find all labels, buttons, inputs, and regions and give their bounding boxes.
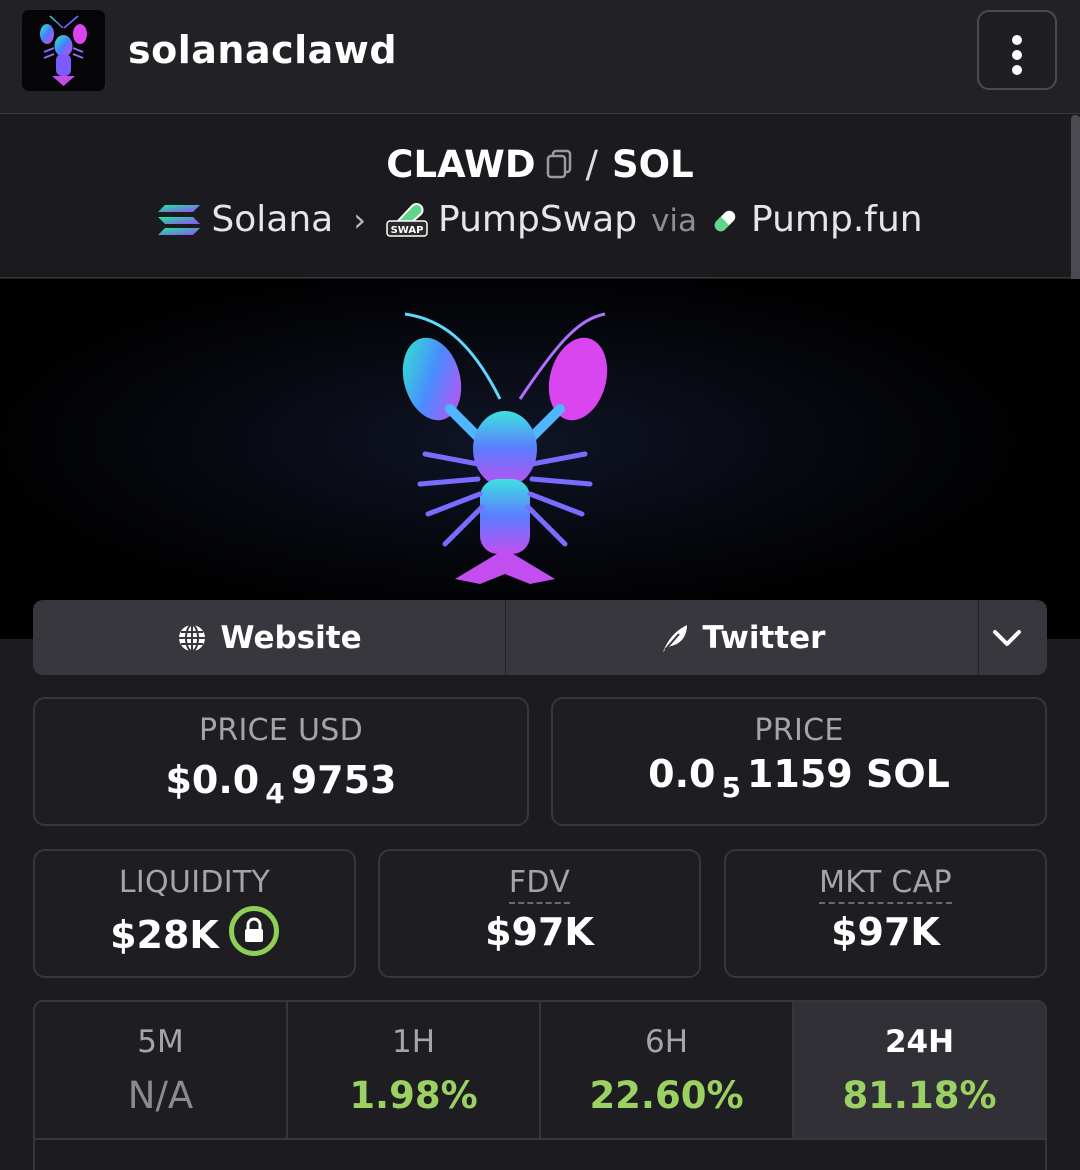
copy-icon[interactable] — [546, 145, 572, 179]
price-native-prefix: 0.0 — [648, 752, 716, 796]
kebab-menu-button[interactable] — [977, 10, 1057, 90]
tab-5m-value: N/A — [127, 1074, 194, 1117]
via-label: via — [651, 203, 698, 239]
liquidity-value: $28K — [110, 913, 219, 957]
price-native-zero-count: 5 — [721, 771, 741, 804]
chain-name-link[interactable]: Solana — [211, 199, 333, 240]
feather-icon — [662, 624, 687, 652]
fdv-value: $97K — [485, 910, 594, 954]
price-usd-zero-count: 4 — [265, 777, 285, 810]
tab-6h-value: 22.60% — [589, 1074, 744, 1117]
tab-1h[interactable]: 1H 1.98% — [288, 1002, 541, 1138]
stats-panel-continuation — [33, 1138, 1047, 1170]
quote-token-symbol: SOL — [612, 143, 694, 186]
pill-icon — [709, 205, 741, 246]
app-title: solanaclawd — [128, 28, 398, 72]
chain-breadcrumb: Solana › SWAP PumpSwap via Pump.fun — [0, 199, 1080, 246]
swap-badge-text: SWAP — [391, 225, 424, 236]
more-links-button[interactable] — [979, 600, 1047, 675]
menu-dot — [1012, 50, 1022, 60]
token-banner-image — [0, 279, 1080, 639]
chevron-right-icon: › — [353, 201, 367, 239]
social-links-bar: Website Twitter — [33, 600, 1047, 675]
market-cap-value: $97K — [831, 910, 940, 954]
pumpswap-logo-icon: SWAP — [386, 203, 428, 246]
menu-dot — [1012, 65, 1022, 75]
market-cap-label: MKT CAP — [819, 865, 952, 904]
tab-6h[interactable]: 6H 22.60% — [541, 1002, 794, 1138]
tab-24h-value: 81.18% — [842, 1074, 997, 1117]
lobster-avatar-icon[interactable] — [22, 10, 105, 91]
dex-name-link[interactable]: PumpSwap — [438, 199, 637, 240]
twitter-button[interactable]: Twitter — [506, 600, 979, 675]
fdv-label: FDV — [508, 865, 571, 904]
tab-1h-value: 1.98% — [349, 1074, 478, 1117]
website-label: Website — [220, 619, 362, 656]
pair-separator: / — [585, 143, 598, 186]
price-native-value: 0.0 5 1159 SOL — [553, 752, 1045, 804]
tab-24h-label: 24H — [884, 1024, 955, 1060]
price-usd-value: $0.0 4 9753 — [35, 758, 527, 810]
lock-icon[interactable] — [228, 906, 279, 956]
top-bar: solanaclawd — [0, 0, 1080, 114]
price-native-digits: 1159 SOL — [746, 752, 950, 796]
price-usd-label: PRICE USD — [198, 713, 364, 748]
tab-1h-label: 1H — [391, 1024, 436, 1060]
chevron-down-icon — [993, 629, 1021, 646]
fdv-card[interactable]: FDV $97K — [378, 849, 701, 978]
price-usd-prefix: $0.0 — [165, 758, 260, 802]
launchpad-name-link[interactable]: Pump.fun — [751, 199, 923, 240]
price-native-card: PRICE 0.0 5 1159 SOL — [551, 697, 1047, 826]
globe-icon — [179, 623, 206, 652]
liquidity-value-row: $28K — [35, 906, 354, 957]
price-change-tabs: 5M N/A 1H 1.98% 6H 22.60% 24H 81.18% — [33, 1000, 1047, 1140]
tab-24h[interactable]: 24H 81.18% — [794, 1002, 1045, 1138]
tab-6h-label: 6H — [644, 1024, 689, 1060]
market-cap-card[interactable]: MKT CAP $97K — [724, 849, 1047, 978]
price-usd-digits: 9753 — [290, 758, 397, 802]
pair-title: CLAWD / SOL — [0, 143, 1080, 186]
tab-5m[interactable]: 5M N/A — [35, 1002, 288, 1138]
price-native-label: PRICE — [754, 713, 844, 748]
pair-header: CLAWD / SOL Solana › SWAP PumpSwap via Pump.fun — [0, 115, 1080, 278]
tab-5m-label: 5M — [137, 1024, 184, 1060]
twitter-label: Twitter — [702, 619, 826, 656]
price-usd-card: PRICE USD $0.0 4 9753 — [33, 697, 529, 826]
liquidity-label: LIQUIDITY — [118, 865, 271, 900]
website-button[interactable]: Website — [33, 600, 506, 675]
solana-logo-icon — [157, 203, 201, 246]
liquidity-card: LIQUIDITY $28K — [33, 849, 356, 978]
menu-dot — [1012, 35, 1022, 45]
base-token-symbol: CLAWD — [386, 143, 536, 186]
